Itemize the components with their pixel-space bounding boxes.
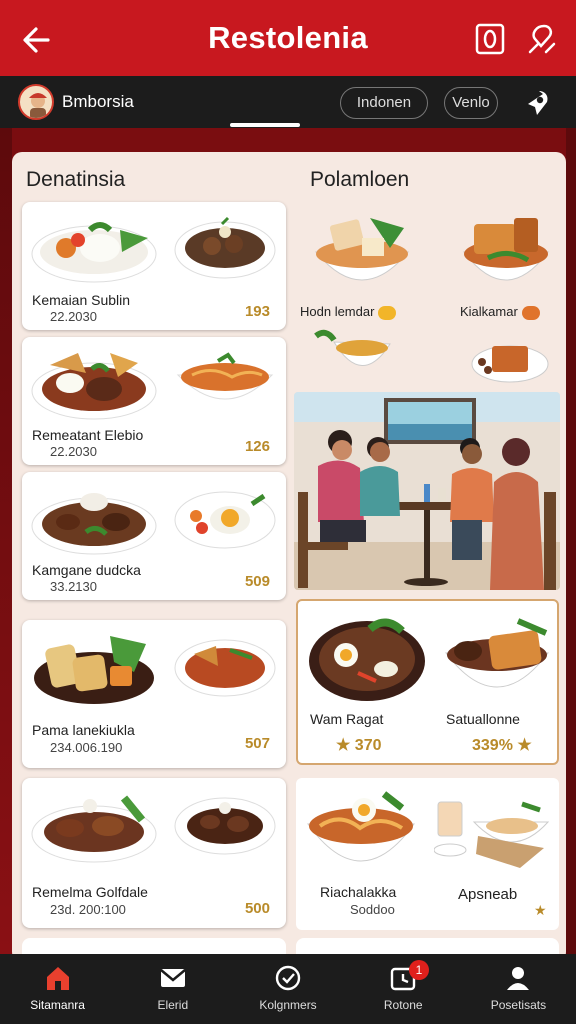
menu-card[interactable]: Kemaian Sublin 22.2030 193 [22,202,286,330]
tab-indicator [230,123,300,127]
featured-item-price: ★ 370 [336,737,382,754]
featured-item-price: 339% ★ [472,737,532,754]
nav-mail[interactable]: Elerid [115,954,230,1024]
featured-card[interactable]: Wam Ragat Satuallonne ★ 370 339% ★ [296,599,559,765]
menu-panel: Denatinsia Polamloen Kemaian Sublin 22.2… [12,152,566,962]
location-bar: Bmborsia Indonen Venlo [0,76,576,128]
chip-region[interactable]: Indonen [340,87,428,119]
bottom-navigation: Sitamanra Elerid Kolgnmers Rotone Poseti… [0,954,576,1024]
item-subtext: 22.2030 [50,444,97,459]
brand-name: Bmborsia [62,92,134,111]
dish-image [174,216,276,279]
nav-label: Posetisats [490,998,547,1012]
dish-image [176,352,274,400]
avatar[interactable] [18,84,54,120]
dish-image [434,801,550,868]
dish-image [174,797,276,855]
left-column-heading: Denatinsia [26,168,126,191]
nav-home[interactable]: Sitamanra [0,954,115,1024]
item-name-text: Hodn lemdar [300,304,375,319]
menu-card[interactable]: Pama lanekiukla 234.006.190 507 [22,620,286,768]
item-subtext: 234.006.190 [50,740,123,755]
nav-orders[interactable]: Kolgnmers [230,954,345,1024]
item-price: 126 [244,438,270,455]
nav-schedule[interactable]: Rotone [346,954,461,1024]
nav-label: Rotone [383,998,423,1012]
dish-image [471,345,549,383]
item-subtext: 33.2130 [50,579,97,594]
item-name[interactable]: Hodn lemdar [300,304,397,320]
item-name: Riachalakka [320,884,397,900]
check-clock-icon [275,965,301,991]
dish-image [314,329,391,366]
dish-image [31,353,157,420]
item-subtext: Soddoo [350,902,395,917]
item-name: Remelma Golfdale [32,884,148,900]
location-icon[interactable] [524,88,554,118]
item-price: 193 [244,303,270,320]
map-pin-icon[interactable] [524,22,558,56]
menu-card[interactable]: Remelma Golfdale 23d. 200:100 500 [22,778,286,928]
item-price: 500 [244,900,270,917]
item-name: Pama lanekiukla [32,722,135,738]
square-icon[interactable] [474,22,506,56]
dish-image [309,618,425,701]
item-name: Kamgane dudcka [32,562,141,578]
item-name: Kemaian Sublin [32,292,131,308]
dish-image [307,791,415,862]
menu-card[interactable]: Kamgane dudcka 33.2130 509 [22,472,286,600]
dish-image [31,493,157,555]
dish-image [174,491,276,549]
item-subtext: 22.2030 [50,309,97,324]
item-name[interactable]: Kialkamar [460,304,540,320]
item-name-text: Kialkamar [460,304,518,319]
restaurant-scene-image [294,392,560,590]
menu-card[interactable]: Remeatant Elebio 22.2030 126 [22,337,286,465]
chip-city[interactable]: Venlo [444,87,498,119]
profile-icon [507,967,530,990]
side-edge-right [566,128,576,954]
dish-image [174,639,276,697]
item-price: 509 [244,573,270,590]
dish-image [444,618,550,688]
featured-item-name: Wam Ragat [310,711,384,727]
app-header: Restolenia [0,0,576,76]
notification-badge: 1 [409,960,429,980]
dish-image [34,636,154,704]
nav-label: Kolgnmers [259,998,317,1012]
tag-icon [521,305,540,320]
dish-image [31,222,157,283]
item-name: Remeatant Elebio [32,427,144,443]
menu-card[interactable]: Riachalakka Soddoo Apsneab ★ [296,778,559,930]
item-subtext: 23d. 200:100 [50,902,126,917]
star-icon: ★ [534,902,547,918]
tag-icon [378,305,397,320]
nav-label: Sitamanra [30,998,85,1012]
mail-icon [159,969,186,987]
side-edge-left [0,128,12,954]
right-column-heading: Polamloen [310,168,410,191]
item-price: 507 [244,735,270,752]
home-icon [46,967,69,990]
featured-item-name: Satuallonne [446,711,520,727]
item-name: Apsneab [458,886,518,903]
nav-label: Elerid [157,998,189,1012]
dish-image [31,795,157,863]
dish-image [462,218,550,281]
dish-image [314,218,410,281]
nav-profile[interactable]: Posetisats [461,954,576,1024]
